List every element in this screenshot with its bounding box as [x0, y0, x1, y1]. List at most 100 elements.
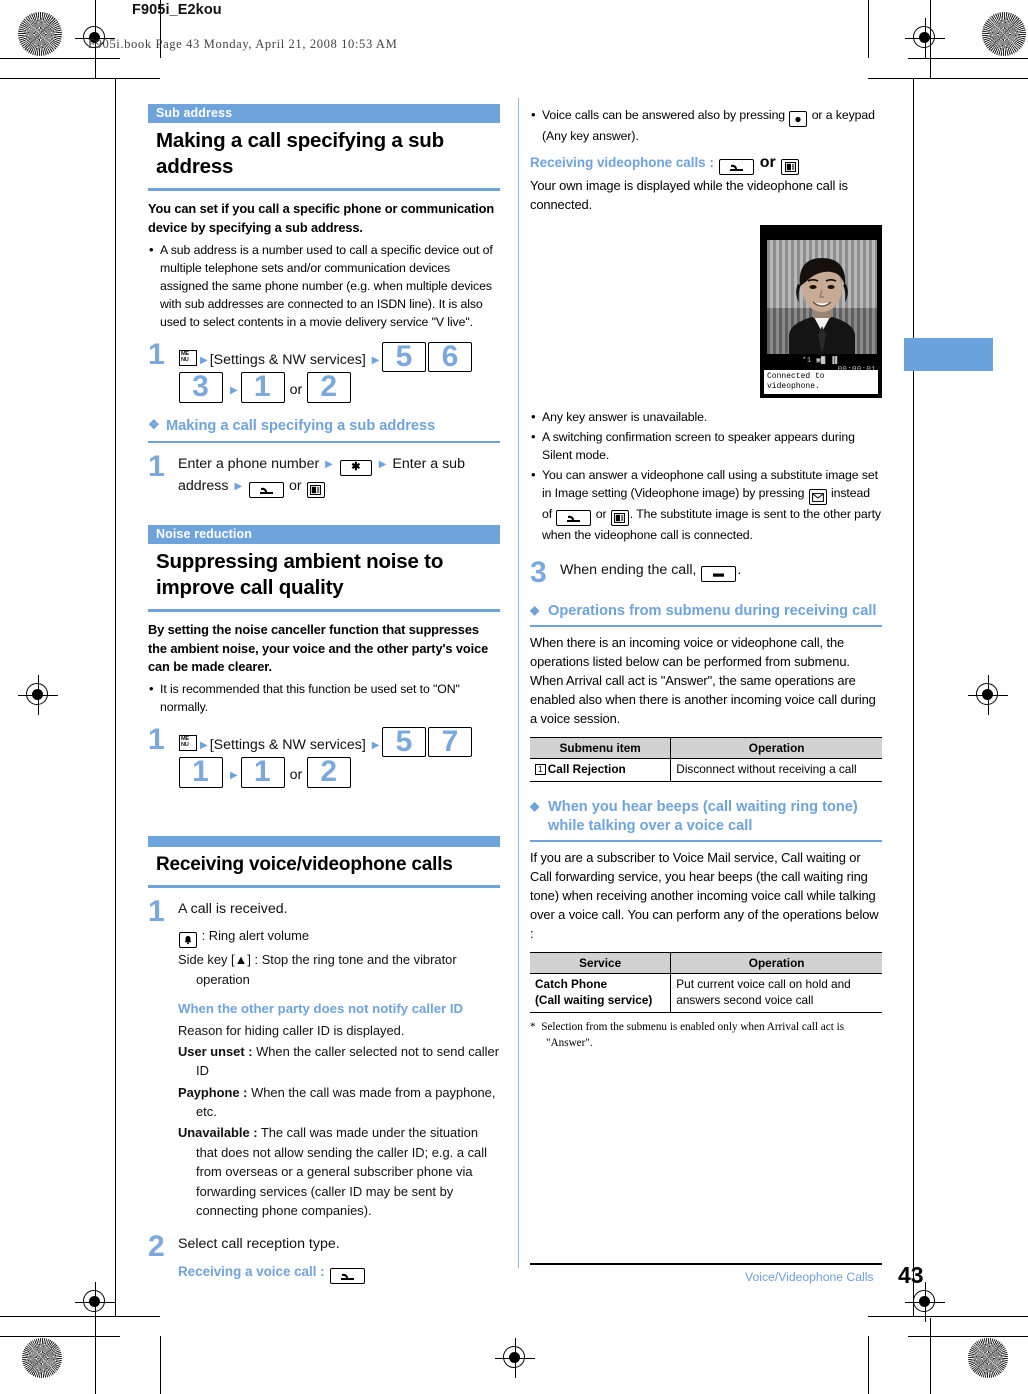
videophone-key-icon	[610, 510, 629, 527]
keypad-key: 3	[179, 372, 223, 403]
step-text: Enter a phone number ▶ ✱ ▶ Enter a sub a…	[178, 454, 500, 498]
trim-mark-top-left-h2	[0, 78, 160, 79]
step-trailing: .	[737, 562, 742, 579]
submenu-index-key: 1	[535, 764, 546, 776]
definition-term: Payphone :	[178, 1084, 248, 1100]
or-text: or	[759, 154, 776, 172]
section-kicker: Noise reduction	[148, 524, 500, 544]
arrow-icon: ▶	[200, 739, 208, 751]
step-text: ME NU ▶ [Settings & NW services] ▶ 5 63 ▶ 1 or…	[178, 342, 500, 403]
step-text: Select call reception type. Receiving a …	[178, 1234, 500, 1284]
videophone-key-icon	[306, 481, 325, 498]
definition-term: Unavailable :	[178, 1125, 258, 1141]
phone-photo	[767, 240, 877, 354]
list-item-part-d: . The substitute image is sent to the ot…	[542, 507, 881, 543]
section-title: Making a call specifying a sub address	[156, 129, 444, 179]
section-lead: By setting the noise canceller function …	[148, 621, 489, 675]
submenu-item-label: Call Rejection	[547, 762, 626, 777]
ring-volume-text: : Ring alert volume	[201, 928, 310, 944]
print-calibration-starburst-top-right	[982, 12, 1026, 56]
section-lead: You can set if you call a specific phone…	[148, 201, 495, 235]
center-key-icon	[789, 111, 808, 127]
print-calibration-starburst-bottom-left	[22, 1338, 62, 1378]
end-call-icon	[713, 573, 725, 578]
registration-mark-mid-right	[968, 675, 1008, 715]
table-row: 1 Call Rejection Disconnect without recei…	[530, 758, 882, 783]
service-name-line2: (Call waiting service)	[535, 993, 653, 1008]
step-label: [Settings & NW services]	[209, 736, 366, 753]
bell-icon	[184, 936, 192, 945]
step-number: 1	[148, 337, 165, 371]
section-sub-address: Sub address Making a call specifying a s…	[148, 104, 500, 498]
videophone-icon	[614, 513, 626, 524]
table-header-cell: Service	[530, 952, 672, 975]
definition-item: User unset : When the caller selected no…	[178, 1042, 500, 1081]
page-frame-right	[913, 78, 914, 1316]
menu-key-icon: ME NU	[179, 734, 197, 751]
section-rule	[148, 608, 500, 612]
trim-mark-bottom-right-h2	[868, 1316, 1028, 1317]
definition-item: Payphone : When the call was made from a…	[178, 1083, 500, 1122]
trim-mark-bottom-left-h2	[0, 1316, 160, 1317]
any-key-answer-list: Voice calls can be answered also by pres…	[530, 105, 882, 145]
call-key-icon	[556, 510, 592, 527]
section-bullet-list: A sub address is a number used to call a…	[148, 240, 500, 331]
step-text: A call is received. : Ring alert volume …	[178, 899, 500, 1220]
trim-mark-top-right-v	[930, 0, 931, 78]
step-number: 3	[530, 556, 547, 590]
list-item: A switching confirmation screen to speak…	[530, 427, 882, 464]
trim-mark-top-left-h	[0, 58, 120, 59]
videophone-label: Receiving videophone calls :	[530, 155, 714, 171]
or-text: or	[289, 477, 302, 494]
step-label: Select call reception type.	[178, 1236, 340, 1253]
center-select-icon	[795, 116, 801, 123]
phone-handset-icon	[340, 1273, 354, 1280]
call-key-icon	[719, 159, 755, 176]
keypad-key: 7	[428, 726, 473, 758]
footnote-marker: *	[530, 1020, 536, 1033]
videophone-key-icon	[781, 159, 800, 176]
table-header-cell: Operation	[670, 737, 882, 760]
trim-mark-top-right-h	[908, 58, 1028, 59]
step-row: 1 Enter a phone number ▶ ✱ ▶ Enter a sub…	[148, 451, 500, 498]
list-item-part-c: or	[595, 507, 607, 522]
step-label: Enter a phone number	[178, 455, 320, 472]
asterisk-key-icon: ✱	[339, 459, 372, 476]
beeps-rule	[530, 840, 882, 843]
footer-rule	[530, 1263, 882, 1265]
registration-mark-top-right	[905, 18, 945, 58]
step-row: 1 A call is received. : Ring alert volum…	[148, 896, 500, 1220]
phone-status-text: *1	[802, 357, 812, 365]
footer-section-label: Voice/Videophone Calls	[745, 1270, 874, 1284]
caller-id-intro: Reason for hiding caller ID is displayed…	[178, 1022, 405, 1038]
trim-mark-bottom-right-v2	[868, 1336, 869, 1394]
videophone-desc: Your own image is displayed while the vi…	[530, 178, 848, 213]
phone-message-line1: Connected to	[767, 372, 825, 381]
side-key-line: Side key [▲] : Stop the ring tone and th…	[178, 952, 457, 987]
arrow-icon: ▶	[371, 354, 380, 366]
section-title: Receiving voice/videophone calls	[156, 853, 453, 875]
arrow-icon: ▶	[234, 480, 243, 492]
table-header-cell: Operation	[670, 952, 882, 975]
keypad-key: 2	[307, 757, 352, 788]
submenu-body: When there is an incoming voice or video…	[530, 635, 876, 727]
arrow-icon: ▶	[371, 739, 380, 751]
step-text: ME NU ▶ [Settings & NW services] ▶ 5 71 ▶ 1 or…	[178, 726, 500, 788]
table-row: Catch Phone (Call waiting service) Put c…	[530, 973, 882, 1013]
trim-mark-bottom-left-h	[0, 1336, 120, 1337]
book-print-line: F905i.book Page 43 Monday, April 21, 200…	[88, 37, 398, 51]
page-frame-left	[115, 78, 116, 1316]
keypad-key: 1	[240, 757, 285, 788]
keypad-key: 1	[240, 372, 285, 403]
menu-key-icon: ME NU	[179, 349, 197, 366]
list-item: It is recommended that this function be …	[148, 679, 500, 716]
registration-mark-mid-left	[18, 675, 58, 715]
keypad-key: 2	[307, 372, 352, 403]
section-kicker-blank	[148, 835, 500, 847]
phone-screenshot: *1 ▣█ ▐▌ 00:00:01 Connected to videophon…	[760, 225, 882, 398]
arrow-icon: ▶	[200, 354, 208, 366]
column-divider	[518, 98, 519, 1268]
beeps-body: If you are a subscriber to Voice Mail se…	[530, 850, 879, 942]
section-bullet-list: It is recommended that this function be …	[148, 679, 500, 716]
phone-screenshot-wrapper: *1 ▣█ ▐▌ 00:00:01 Connected to videophon…	[530, 225, 882, 398]
